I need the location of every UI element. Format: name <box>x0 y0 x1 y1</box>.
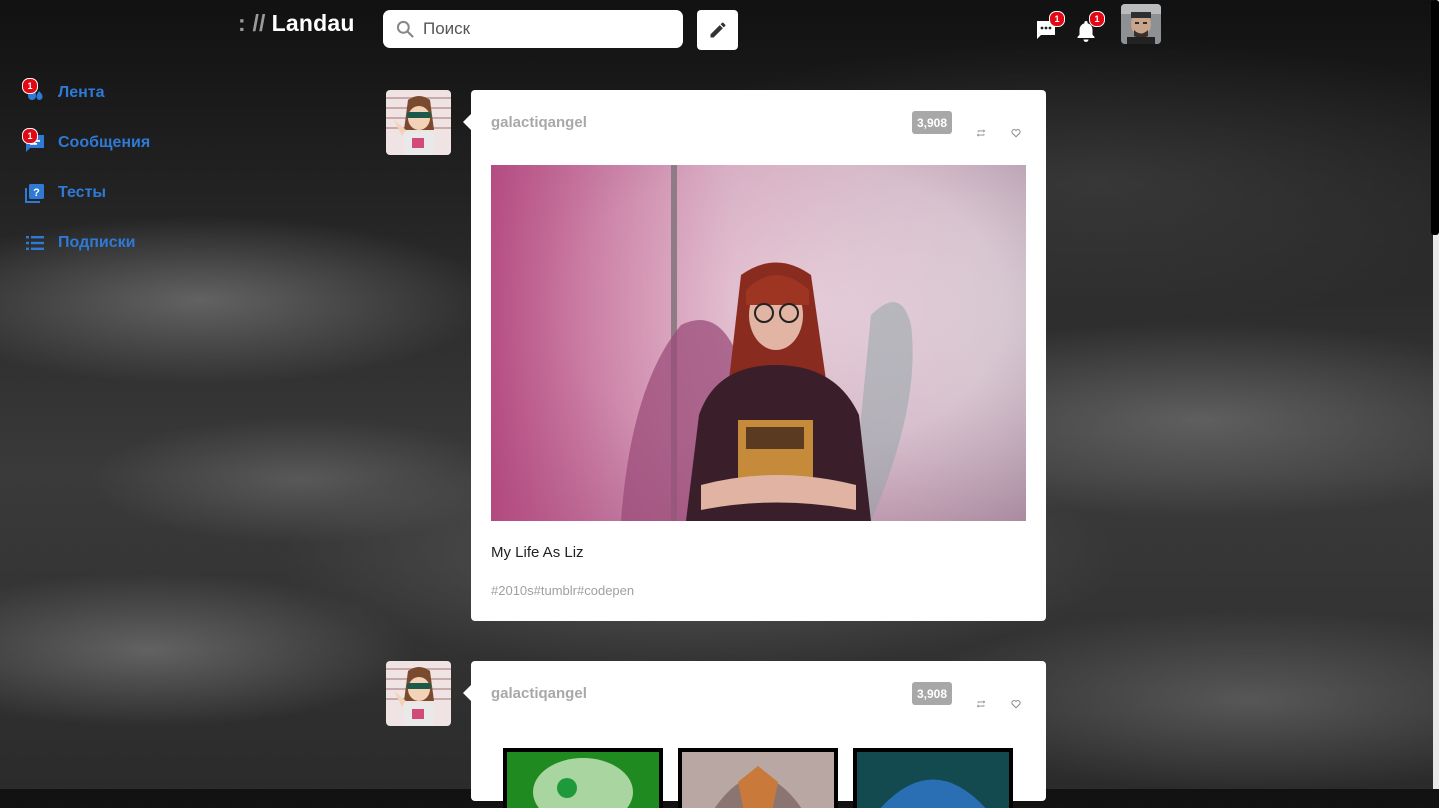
sidebar-item-tests[interactable]: ? Тесты <box>24 182 106 204</box>
post-photo[interactable] <box>491 165 1026 521</box>
notes-count-badge: 3,908 <box>912 111 953 134</box>
post-photo-image <box>491 165 1026 521</box>
user-avatar-image <box>1121 4 1161 44</box>
sidebar-item-label: Сообщения <box>58 134 151 151</box>
svg-text:?: ? <box>33 187 40 199</box>
post-caption: My Life As Liz <box>491 544 584 561</box>
reblog-icon <box>976 129 986 137</box>
gallery-thumbnail[interactable] <box>853 748 1013 808</box>
sidebar-item-label: Подписки <box>58 234 136 251</box>
sidebar-item-label: Лента <box>58 84 105 101</box>
like-button[interactable] <box>1011 125 1021 143</box>
search-input[interactable] <box>421 18 665 40</box>
post-username[interactable]: galactiqangel <box>491 114 587 131</box>
site-logo[interactable]: : //Landau <box>238 10 355 37</box>
sidebar-item-subscriptions[interactable]: Подписки <box>24 232 135 254</box>
thumbnail-image <box>682 752 834 808</box>
reblog-button[interactable] <box>976 125 986 143</box>
feed-icon: 1 <box>22 78 46 104</box>
like-button[interactable] <box>1011 696 1021 714</box>
notifications-button[interactable]: 1 <box>1074 11 1105 44</box>
user-avatar[interactable] <box>1121 4 1161 44</box>
thumbnail-image <box>507 752 659 808</box>
logo-name: Landau <box>271 10 355 36</box>
heart-icon <box>1011 129 1021 138</box>
messages-badge: 1 <box>1049 11 1065 27</box>
logo-prefix: : // <box>238 10 266 36</box>
list-icon <box>24 232 46 254</box>
thumbnail-image <box>857 752 1009 808</box>
reblog-icon <box>976 700 986 708</box>
notifications-badge: 1 <box>1089 11 1105 27</box>
sidebar-item-messages[interactable]: 1 Сообщения <box>22 128 151 154</box>
messages-sidebar-badge: 1 <box>22 128 38 144</box>
sidebar-item-label: Тесты <box>58 184 107 201</box>
chat-icon: 1 <box>22 128 46 154</box>
scrollbar-thumb[interactable] <box>1431 0 1439 235</box>
notes-count-badge: 3,908 <box>912 682 953 705</box>
gallery-thumbnail[interactable] <box>503 748 663 808</box>
quiz-icon: ? <box>24 182 46 204</box>
gallery-thumbnail[interactable] <box>678 748 838 808</box>
search-icon <box>396 20 414 38</box>
post-username[interactable]: galactiqangel <box>491 685 587 702</box>
author-avatar-image <box>386 90 451 155</box>
heart-icon <box>1011 700 1021 709</box>
post-author-avatar[interactable] <box>386 661 451 726</box>
post-tags[interactable]: #2010s#tumblr#codepen <box>491 583 634 598</box>
sidebar-item-feed[interactable]: 1 Лента <box>22 78 105 104</box>
post-card: galactiqangel 3,908 <box>463 90 1046 621</box>
author-avatar-image <box>386 661 451 726</box>
post-card: galactiqangel 3,908 <box>463 661 1046 808</box>
feed-badge: 1 <box>22 78 38 94</box>
messages-button[interactable]: 1 <box>1034 11 1065 44</box>
compose-button[interactable] <box>697 10 738 50</box>
pencil-icon <box>710 22 725 38</box>
post-author-avatar[interactable] <box>386 90 451 155</box>
page-scrollbar[interactable] <box>1431 0 1439 789</box>
search-bar[interactable] <box>383 10 683 48</box>
reblog-button[interactable] <box>976 696 986 714</box>
